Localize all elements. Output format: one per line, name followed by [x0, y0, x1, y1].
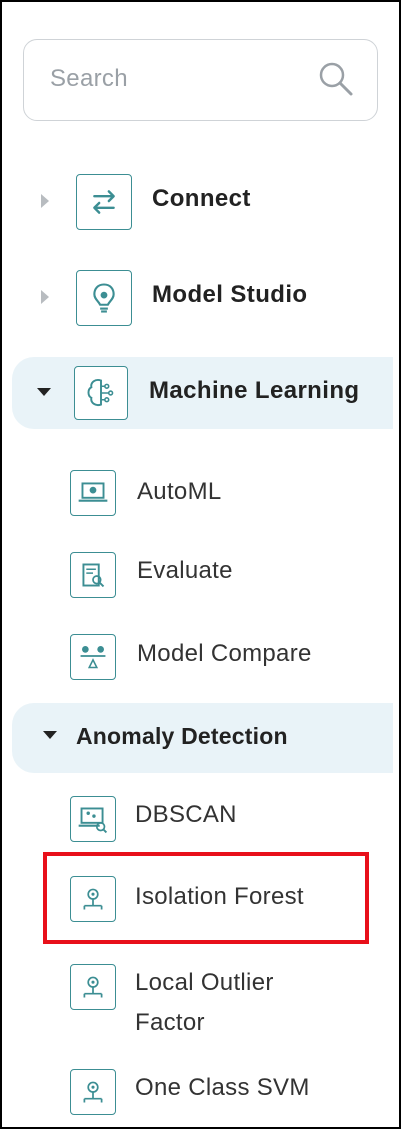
bulb-gear-icon — [76, 270, 132, 326]
nav-item-label: Machine Learning — [149, 377, 360, 404]
laptop-scatter-icon — [70, 796, 116, 842]
nav-item-label: AutoML — [137, 478, 222, 505]
nav-item-machine-learning[interactable]: Machine Learning — [12, 357, 393, 429]
brain-icon — [74, 366, 128, 420]
search-field[interactable]: Search — [23, 39, 378, 121]
nav-item-local-outlier-factor[interactable]: Local Outlier Factor — [2, 960, 399, 1040]
nav-item-label: Anomaly Detection — [76, 723, 288, 749]
nav-item-label: Connect — [152, 185, 251, 212]
nav-item-label-line1: Local Outlier — [135, 969, 274, 996]
nav-item-label: DBSCAN — [135, 801, 237, 828]
search-input[interactable]: Search — [50, 65, 128, 93]
nav-item-anomaly-detection[interactable]: Anomaly Detection — [12, 703, 393, 773]
nav-item-label: Model Studio — [152, 281, 308, 308]
navigation-panel: Search Connect Model Studio Machine Lear… — [0, 0, 401, 1129]
anomaly-node-icon — [70, 964, 116, 1010]
nav-item-model-studio[interactable]: Model Studio — [2, 268, 399, 328]
caret-right-icon[interactable] — [41, 194, 49, 208]
nav-item-label: Model Compare — [137, 640, 312, 667]
nav-item-label-line2: Factor — [135, 1009, 205, 1036]
nav-item-evaluate[interactable]: Evaluate — [2, 548, 399, 600]
scale-compare-icon — [70, 634, 116, 680]
selection-highlight-box — [43, 852, 369, 944]
nav-item-automl[interactable]: AutoML — [2, 467, 399, 519]
caret-down-icon[interactable] — [43, 731, 57, 739]
nav-item-dbscan[interactable]: DBSCAN — [2, 790, 399, 842]
anomaly-node-icon — [70, 1069, 116, 1115]
nav-item-label: Evaluate — [137, 557, 233, 584]
clipboard-search-icon — [70, 552, 116, 598]
arrows-exchange-icon — [76, 174, 132, 230]
search-icon[interactable] — [317, 60, 355, 98]
caret-right-icon[interactable] — [41, 290, 49, 304]
caret-down-icon[interactable] — [37, 388, 51, 396]
nav-item-one-class-svm[interactable]: One Class SVM — [2, 1064, 399, 1116]
nav-item-connect[interactable]: Connect — [2, 172, 399, 232]
nav-item-model-compare[interactable]: Model Compare — [2, 630, 399, 682]
nav-item-label: One Class SVM — [135, 1074, 310, 1101]
laptop-gear-icon — [70, 470, 116, 516]
